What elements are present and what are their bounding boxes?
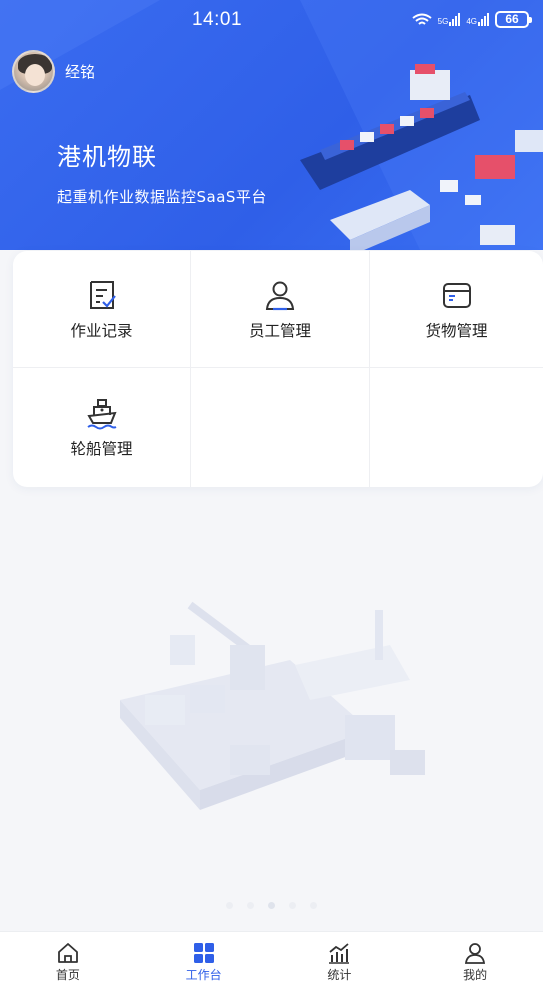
tab-label: 工作台 (185, 968, 222, 982)
grid-item-staff-management[interactable]: 员工管理 (191, 251, 370, 368)
grid-icon (193, 943, 214, 963)
home-icon (57, 943, 78, 963)
page-dot (247, 902, 254, 909)
user-name: 经铭 (65, 63, 96, 81)
user-profile[interactable]: 经铭 (12, 50, 95, 93)
user-icon (465, 943, 486, 964)
person-icon (265, 281, 295, 310)
signal-4g-icon: 4G (466, 13, 489, 26)
status-icons: 5G 4G 66 (412, 11, 532, 28)
status-time: 14:01 (191, 9, 243, 30)
grid-item-cargo-management[interactable]: 货物管理 (370, 251, 543, 368)
tab-label: 首页 (55, 968, 80, 982)
grid-item-ship-management[interactable]: 轮船管理 (13, 368, 191, 487)
signal-5g-icon: 5G (438, 13, 461, 26)
tab-workbench[interactable]: 工作台 (136, 932, 272, 983)
page-subtitle: 起重机作业数据监控SaaS平台 (57, 188, 267, 206)
tab-statistics[interactable]: 统计 (272, 932, 408, 983)
battery-icon: 66 (495, 11, 532, 28)
tab-home[interactable]: 首页 (0, 932, 136, 983)
page-dot (226, 902, 233, 909)
tab-label: 统计 (327, 968, 352, 982)
port-empty-illustration (120, 601, 425, 810)
page-title: 港机物联 (57, 143, 157, 171)
bottom-tab-bar: 首页 工作台 统计 我的 (0, 931, 543, 983)
tab-label: 我的 (463, 968, 488, 982)
grid-empty-cell (191, 368, 370, 487)
grid-empty-cell (370, 368, 543, 487)
grid-item-label: 作业记录 (70, 321, 133, 340)
page-dot-active (268, 902, 275, 909)
avatar[interactable] (12, 50, 55, 93)
grid-item-label: 轮船管理 (70, 440, 133, 458)
page-dot (289, 902, 296, 909)
wifi-icon (412, 13, 432, 25)
chart-icon (329, 943, 350, 964)
document-check-icon (89, 280, 116, 309)
grid-item-label: 员工管理 (248, 321, 311, 340)
page-indicator (0, 902, 543, 909)
status-bar: 14:01 5G 4G 66 (0, 0, 543, 40)
tab-mine[interactable]: 我的 (407, 932, 543, 983)
grid-item-label: 货物管理 (425, 321, 488, 340)
grid-item-work-records[interactable]: 作业记录 (13, 251, 191, 368)
page-dot (310, 902, 317, 909)
function-grid: 作业记录 员工管理 货物管理 轮船管理 (13, 251, 543, 487)
cargo-box-icon (442, 282, 471, 308)
ship-icon (86, 399, 117, 430)
